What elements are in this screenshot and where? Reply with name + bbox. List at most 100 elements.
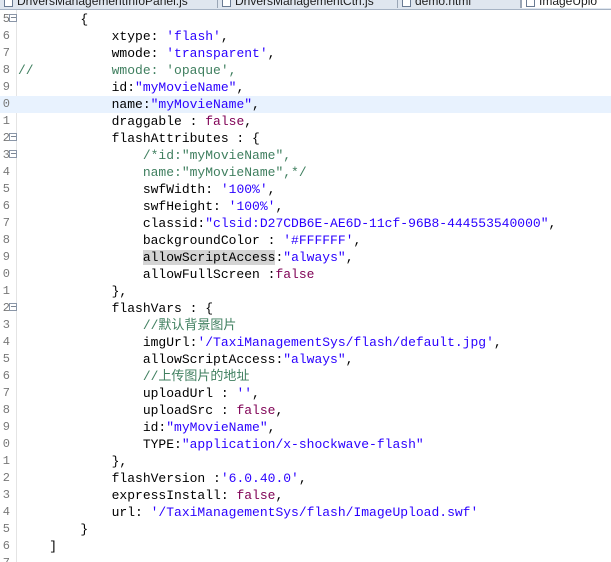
line-number-text: 6 — [2, 539, 10, 553]
code-text: //上传图片的地址 — [18, 368, 250, 385]
code-line[interactable]: 4 url: '/TaxiManagementSys/flash/ImageUp… — [0, 504, 611, 521]
code-line[interactable]: 6 xtype: 'flash', — [0, 28, 611, 45]
code-token: } — [18, 522, 89, 537]
code-text: uploadSrc : false, — [18, 402, 283, 419]
line-number-text: 1 — [2, 114, 10, 128]
code-token: "application/x-shockwave-flash" — [181, 437, 424, 452]
js-file-icon — [4, 0, 13, 7]
code-line[interactable]: 5 } — [0, 521, 611, 538]
code-line[interactable]: 7 classid:"clsid:D27CDB6E-AE6D-11cf-96B8… — [0, 215, 611, 232]
line-number: 3 — [0, 487, 10, 504]
line-number: 7 — [0, 385, 10, 402]
code-token: "myMovieName" — [166, 420, 268, 435]
code-line[interactable]: 2− flashVars : { — [0, 300, 611, 317]
line-number: 9 — [0, 249, 10, 266]
code-line[interactable]: 9 allowScriptAccess:"always", — [0, 249, 611, 266]
code-line[interactable]: 1 }, — [0, 453, 611, 470]
code-token: , — [353, 233, 362, 248]
code-line[interactable]: 2 flashVersion :'6.0.40.0', — [0, 470, 611, 487]
code-text: //默认背景图片 — [18, 317, 237, 334]
code-line[interactable]: 3− /*id:"myMovieName", — [0, 147, 611, 164]
code-line[interactable]: 9 id:"myMovieName", — [0, 79, 611, 96]
code-token: , — [493, 335, 502, 350]
code-line[interactable]: 8 uploadSrc : false, — [0, 402, 611, 419]
fold-collapse-icon[interactable]: − — [9, 303, 17, 311]
fold-collapse-icon[interactable]: − — [9, 150, 17, 158]
line-number: 4 — [0, 504, 10, 521]
code-text: }, — [18, 453, 128, 470]
line-number-text: 5 — [2, 352, 10, 366]
code-token: , — [267, 182, 276, 197]
code-line[interactable]: 5 allowScriptAccess:"always", — [0, 351, 611, 368]
line-number-text: 8 — [2, 403, 10, 417]
code-text: { — [18, 11, 88, 28]
code-editor[interactable]: 5− {6 xtype: 'flash', 7 wmode: 'transpare… — [0, 10, 611, 562]
line-number: 8 — [0, 62, 10, 79]
code-line[interactable]: 6 ] — [0, 538, 611, 555]
tab-demo-html[interactable]: demo.html — [398, 0, 521, 8]
code-text: xtype: 'flash', — [18, 28, 229, 45]
code-token: '#FFFFFF' — [283, 233, 354, 248]
code-line[interactable]: 7 uploadUrl : '', — [0, 385, 611, 402]
code-token: '6.0.40.0' — [220, 471, 299, 486]
code-token: uploadUrl : — [18, 386, 237, 401]
code-line[interactable]: 7 — [0, 555, 611, 562]
code-line[interactable]: 6 swfHeight: '100%', — [0, 198, 611, 215]
code-token: }, — [18, 454, 128, 469]
code-token: , — [275, 488, 284, 503]
code-text: swfHeight: '100%', — [18, 198, 283, 215]
code-line[interactable]: 5 swfWidth: '100%', — [0, 181, 611, 198]
line-number: 8 — [0, 402, 10, 419]
tab-drivers-management-info-panel[interactable]: DriversManagementInfoPanel.js — [0, 0, 218, 8]
tab-image-upload[interactable]: ImageUplo — [521, 0, 611, 8]
code-line[interactable]: 7 wmode: 'transparent', — [0, 45, 611, 62]
line-number-text: 7 — [2, 386, 10, 400]
code-token: backgroundColor : — [18, 233, 284, 248]
line-number-text: 0 — [2, 267, 10, 281]
code-line[interactable]: 1 }, — [0, 283, 611, 300]
code-line[interactable]: 3 //默认背景图片 — [0, 317, 611, 334]
code-text: flashAttributes : { — [18, 130, 260, 147]
code-token: false — [205, 114, 245, 129]
tab-drivers-management-ctrl[interactable]: DriversManagementCtrl.js — [218, 0, 398, 8]
code-line[interactable]: 0 allowFullScreen :false — [0, 266, 611, 283]
code-token: , — [298, 471, 307, 486]
code-text: draggable : false, — [18, 113, 252, 130]
editor-tab-bar: DriversManagementInfoPanel.js DriversMan… — [0, 0, 611, 10]
code-text: name:"myMovieName",*/ — [18, 164, 307, 181]
code-token: flashVars : { — [18, 301, 214, 316]
code-text: TYPE:"application/x-shockwave-flash" — [18, 436, 424, 453]
code-token: , — [267, 420, 276, 435]
line-number: 1 — [0, 453, 10, 470]
code-line[interactable]: 9 id:"myMovieName", — [0, 419, 611, 436]
code-token: id: — [18, 420, 167, 435]
code-line[interactable]: 3 expressInstall: false, — [0, 487, 611, 504]
code-line[interactable]: 0 TYPE:"application/x-shockwave-flash" — [0, 436, 611, 453]
line-number-text: 4 — [2, 505, 10, 519]
code-line[interactable]: 4 name:"myMovieName",*/ — [0, 164, 611, 181]
code-token: flashVersion : — [18, 471, 221, 486]
code-line[interactable]: 8 backgroundColor : '#FFFFFF', — [0, 232, 611, 249]
code-line[interactable]: 8 // wmode: 'opaque', — [0, 62, 611, 79]
fold-collapse-icon[interactable]: − — [9, 14, 17, 22]
code-line[interactable]: 1 draggable : false, — [0, 113, 611, 130]
code-line[interactable]: 2− flashAttributes : { — [0, 130, 611, 147]
code-text: url: '/TaxiManagementSys/flash/ImageUplo… — [18, 504, 479, 521]
code-line[interactable]: 4 imgUrl:'/TaxiManagementSys/flash/defau… — [0, 334, 611, 351]
code-text: }, — [18, 283, 128, 300]
code-text: allowFullScreen :false — [18, 266, 315, 283]
code-token: classid: — [18, 216, 206, 231]
fold-collapse-icon[interactable]: − — [9, 133, 17, 141]
code-token: , — [548, 216, 557, 231]
code-line[interactable]: 0 name:"myMovieName", — [0, 96, 611, 113]
line-number: 8 — [0, 232, 10, 249]
line-number: 2 — [0, 470, 10, 487]
code-line[interactable]: 5− { — [0, 11, 611, 28]
line-number-text: 8 — [2, 63, 10, 77]
code-text: swfWidth: '100%', — [18, 181, 276, 198]
code-line[interactable]: 6 //上传图片的地址 — [0, 368, 611, 385]
code-token: draggable : — [18, 114, 206, 129]
code-token: ] — [18, 539, 58, 554]
